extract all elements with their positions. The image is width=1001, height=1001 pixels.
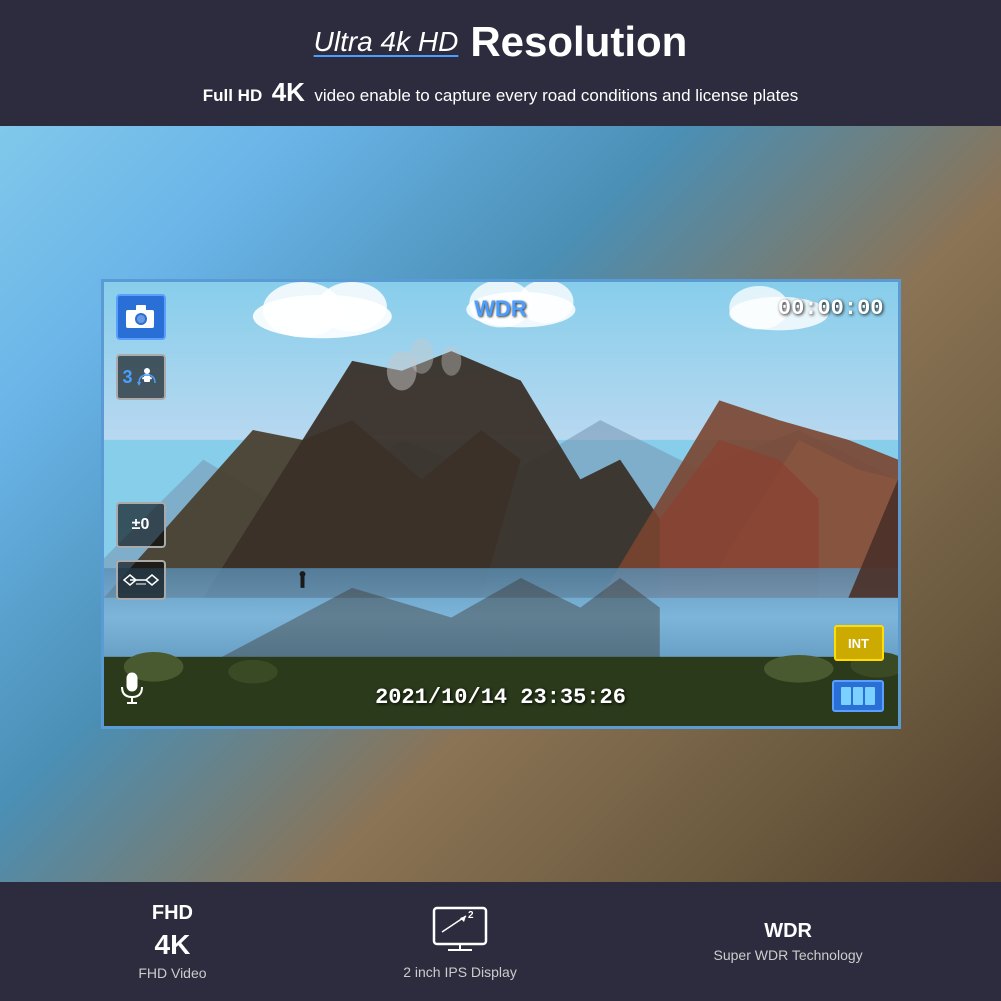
wdr-text: WDR [474,296,527,322]
stabilizer-svg [122,567,160,593]
battery-bar-2 [853,687,863,705]
header-title-row: Ultra 4k HD Resolution [20,18,981,66]
feature-display: 2 2 inch IPS Display [403,904,517,980]
battery-bar-3 [865,687,875,705]
fourk-label: 4K [272,77,305,107]
ev-box: ±0 [116,502,166,548]
header-subtitle: Full HD 4K video enable to capture every… [20,74,981,110]
battery-icon [832,680,884,712]
loop-number: 3 [122,367,132,388]
datetime-overlay: 2021/10/14 23:35:26 [375,685,626,710]
wdr-label-sub: Super WDR Technology [714,947,863,963]
fhd-label-sub: FHD Video [138,965,206,981]
subtitle-text: video enable to capture every road condi… [314,86,798,105]
bottom-section: FHD 4K FHD Video 2 2 inch IPS Display WD… [0,882,1001,1001]
timecode: 00:00:00 [778,296,884,321]
svg-text:2: 2 [468,910,474,921]
loop-icon-inner: 3 [122,367,158,388]
resolution-label: Resolution [470,18,687,66]
viewfinder: 3 [101,279,901,729]
camera-svg [125,304,157,330]
int-badge: INT [834,625,884,661]
display-label: 2 inch IPS Display [403,964,517,980]
ultra4k-label: Ultra 4k HD [314,26,459,58]
fhd-label-top: FHD [152,902,193,925]
display-svg-icon: 2 [430,904,490,954]
fourk-label-large: 4K [155,929,191,961]
ev-label: ±0 [132,516,150,534]
viewfinder-overlay: 3 [104,282,898,726]
camera-mode-icon [116,294,166,340]
loop-svg [135,367,159,387]
header-section: Ultra 4k HD Resolution Full HD 4K video … [0,0,1001,126]
loop-icon-box: 3 [116,354,166,400]
mic-icon [118,671,146,712]
fullhd-label: Full HD [203,86,263,105]
camera-section: 3 [0,126,1001,882]
wdr-label-top: WDR [764,920,812,943]
battery-bar-1 [841,687,851,705]
stabilizer-box [116,560,166,600]
page-wrapper: Ultra 4k HD Resolution Full HD 4K video … [0,0,1001,1001]
feature-wdr: WDR Super WDR Technology [714,920,863,963]
mic-svg [118,671,146,705]
feature-fhd: FHD 4K FHD Video [138,902,206,981]
